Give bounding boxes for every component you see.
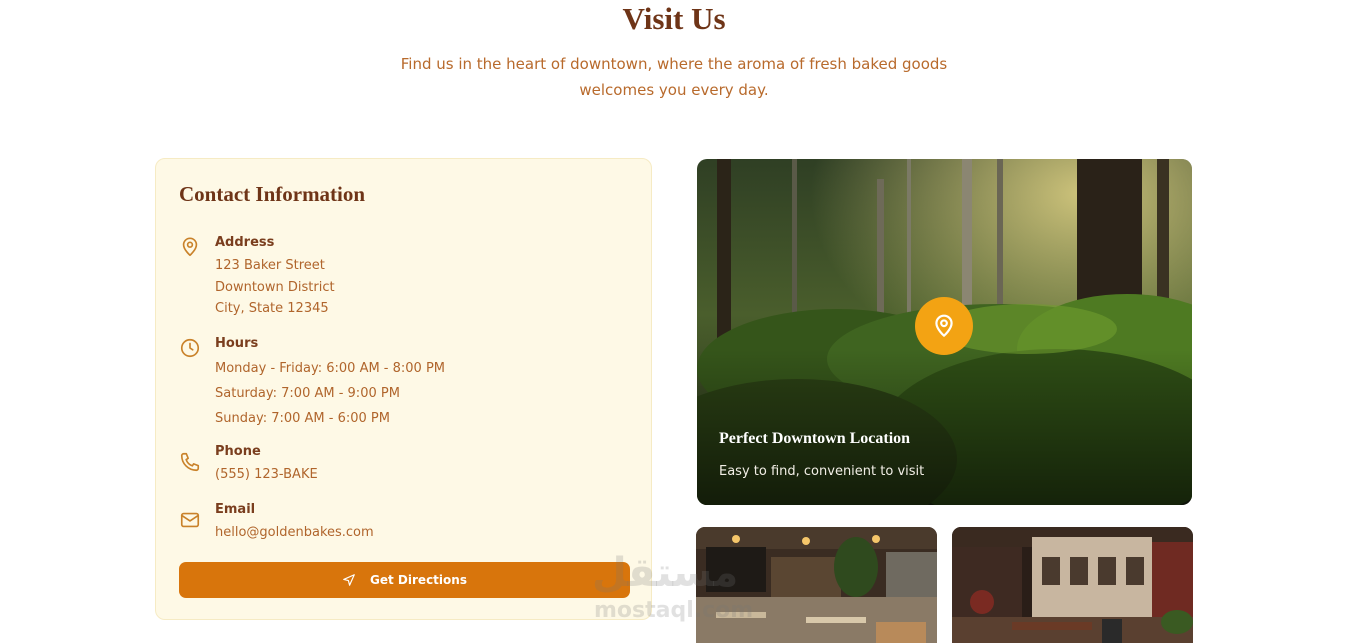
- email-value[interactable]: hello@goldenbakes.com: [215, 522, 374, 544]
- address-line: 123 Baker Street: [215, 258, 325, 273]
- address-block: Address 123 Baker Street Downtown Distri…: [215, 234, 335, 320]
- address-line: Downtown District: [215, 279, 335, 295]
- get-directions-button[interactable]: Get Directions: [179, 562, 630, 598]
- section-subtitle: Find us in the heart of downtown, where …: [400, 55, 948, 99]
- hours-block: Hours Monday - Friday: 6:00 AM - 8:00 PM…: [215, 335, 445, 431]
- map-pin-icon: [179, 236, 201, 258]
- get-directions-label: Get Directions: [370, 573, 467, 587]
- hours-line: Saturday: 7:00 AM - 9:00 PM: [215, 386, 400, 401]
- email-label: Email: [215, 502, 256, 517]
- hours-line: Monday - Friday: 6:00 AM - 8:00 PM: [215, 361, 446, 376]
- section-title: Visit Us: [622, 1, 726, 36]
- contact-card: Contact Information Address 123 Baker St…: [155, 158, 652, 620]
- phone-label: Phone: [215, 444, 261, 459]
- location-pin-badge: [915, 297, 973, 355]
- address-label: Address: [215, 235, 275, 250]
- cafe-interior-image: [696, 527, 937, 643]
- navigation-icon: [342, 573, 356, 587]
- location-hero-image: Perfect Downtown Location Easy to find, …: [697, 159, 1192, 505]
- phone-icon: [179, 451, 201, 473]
- clock-icon: [179, 337, 201, 359]
- hero-title: Perfect Downtown Location: [719, 430, 911, 447]
- contact-card-title: Contact Information: [179, 182, 366, 206]
- mail-icon: [179, 509, 201, 531]
- phone-value[interactable]: (555) 123-BAKE: [215, 464, 318, 486]
- hours-label: Hours: [215, 336, 259, 351]
- phone-block: Phone (555) 123-BAKE: [215, 443, 318, 486]
- email-block: Email hello@goldenbakes.com: [215, 501, 374, 544]
- hours-line: Sunday: 7:00 AM - 6:00 PM: [215, 411, 390, 426]
- address-line: City, State 12345: [215, 301, 329, 316]
- street-cafe-image: [952, 527, 1193, 643]
- map-pin-icon: [935, 314, 953, 337]
- hero-subtitle: Easy to find, convenient to visit: [719, 464, 925, 479]
